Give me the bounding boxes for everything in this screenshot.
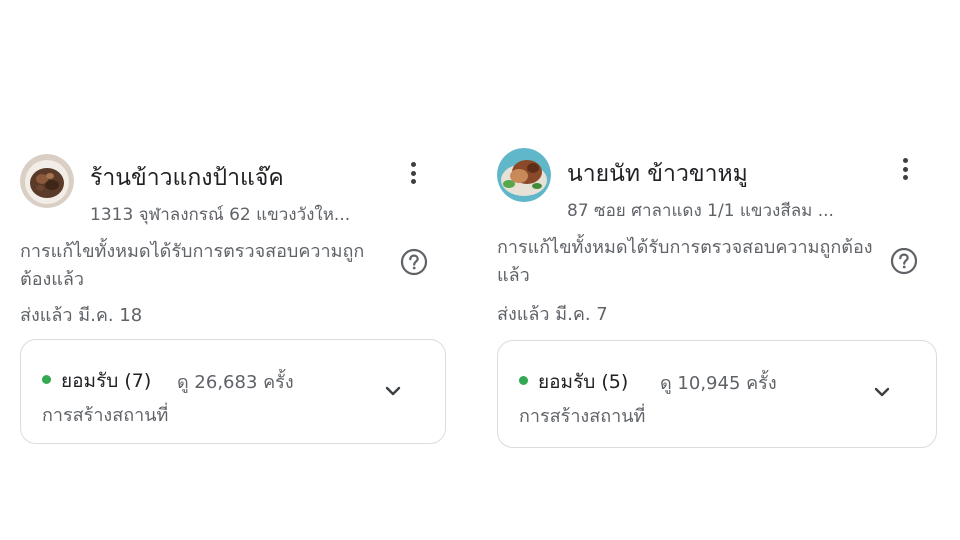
place-photo-avatar[interactable] (497, 148, 551, 202)
view-count: ดู 26,683 ครั้ง (177, 372, 294, 393)
help-icon[interactable] (400, 248, 428, 276)
place-photo-avatar[interactable] (20, 154, 74, 208)
help-icon[interactable] (890, 247, 918, 275)
chevron-down-icon[interactable] (871, 381, 893, 403)
place-name[interactable]: นายนัท ข้าวขาหมู (567, 156, 748, 192)
edit-status-panel[interactable]: ยอมรับ (7) ดู 26,683 ครั้ง การสร้างสถานท… (20, 339, 446, 444)
place-address: 87 ซอย ศาลาแดง 1/1 แขวงสีลม ... (567, 201, 834, 221)
place-address: 1313 จุฬาลงกรณ์ 62 แขวงวังให... (90, 205, 351, 225)
view-count: ดู 10,945 ครั้ง (660, 373, 777, 394)
place-name[interactable]: ร้านข้าวแกงป้าแจ๊ค (90, 160, 284, 196)
contribution-card: นายนัท ข้าวขาหมู 87 ซอย ศาลาแดง 1/1 แขวง… (497, 148, 939, 452)
edit-status-panel[interactable]: ยอมรับ (5) ดู 10,945 ครั้ง การสร้างสถานท… (497, 340, 937, 448)
accepted-count: ยอมรับ (5) (538, 371, 629, 393)
accepted-count: ยอมรับ (7) (61, 370, 152, 392)
contribution-card: ร้านข้าวแกงป้าแจ๊ค 1313 จุฬาลงกรณ์ 62 แข… (20, 152, 448, 452)
chevron-down-icon[interactable] (382, 380, 404, 402)
sent-date: ส่งแล้ว มี.ค. 18 (20, 305, 143, 326)
edit-type-label: การสร้างสถานที่ (519, 406, 646, 427)
edit-type-label: การสร้างสถานที่ (42, 405, 169, 426)
more-options-icon[interactable] (893, 154, 917, 184)
accepted-status-dot (42, 375, 51, 384)
sent-date: ส่งแล้ว มี.ค. 7 (497, 304, 608, 325)
review-status-message: การแก้ไขทั้งหมดได้รับการตรวจสอบความถูกต้… (20, 241, 365, 290)
accepted-status-dot (519, 376, 528, 385)
review-status-message: การแก้ไขทั้งหมดได้รับการตรวจสอบความถูกต้… (497, 237, 873, 286)
more-options-icon[interactable] (401, 158, 425, 188)
